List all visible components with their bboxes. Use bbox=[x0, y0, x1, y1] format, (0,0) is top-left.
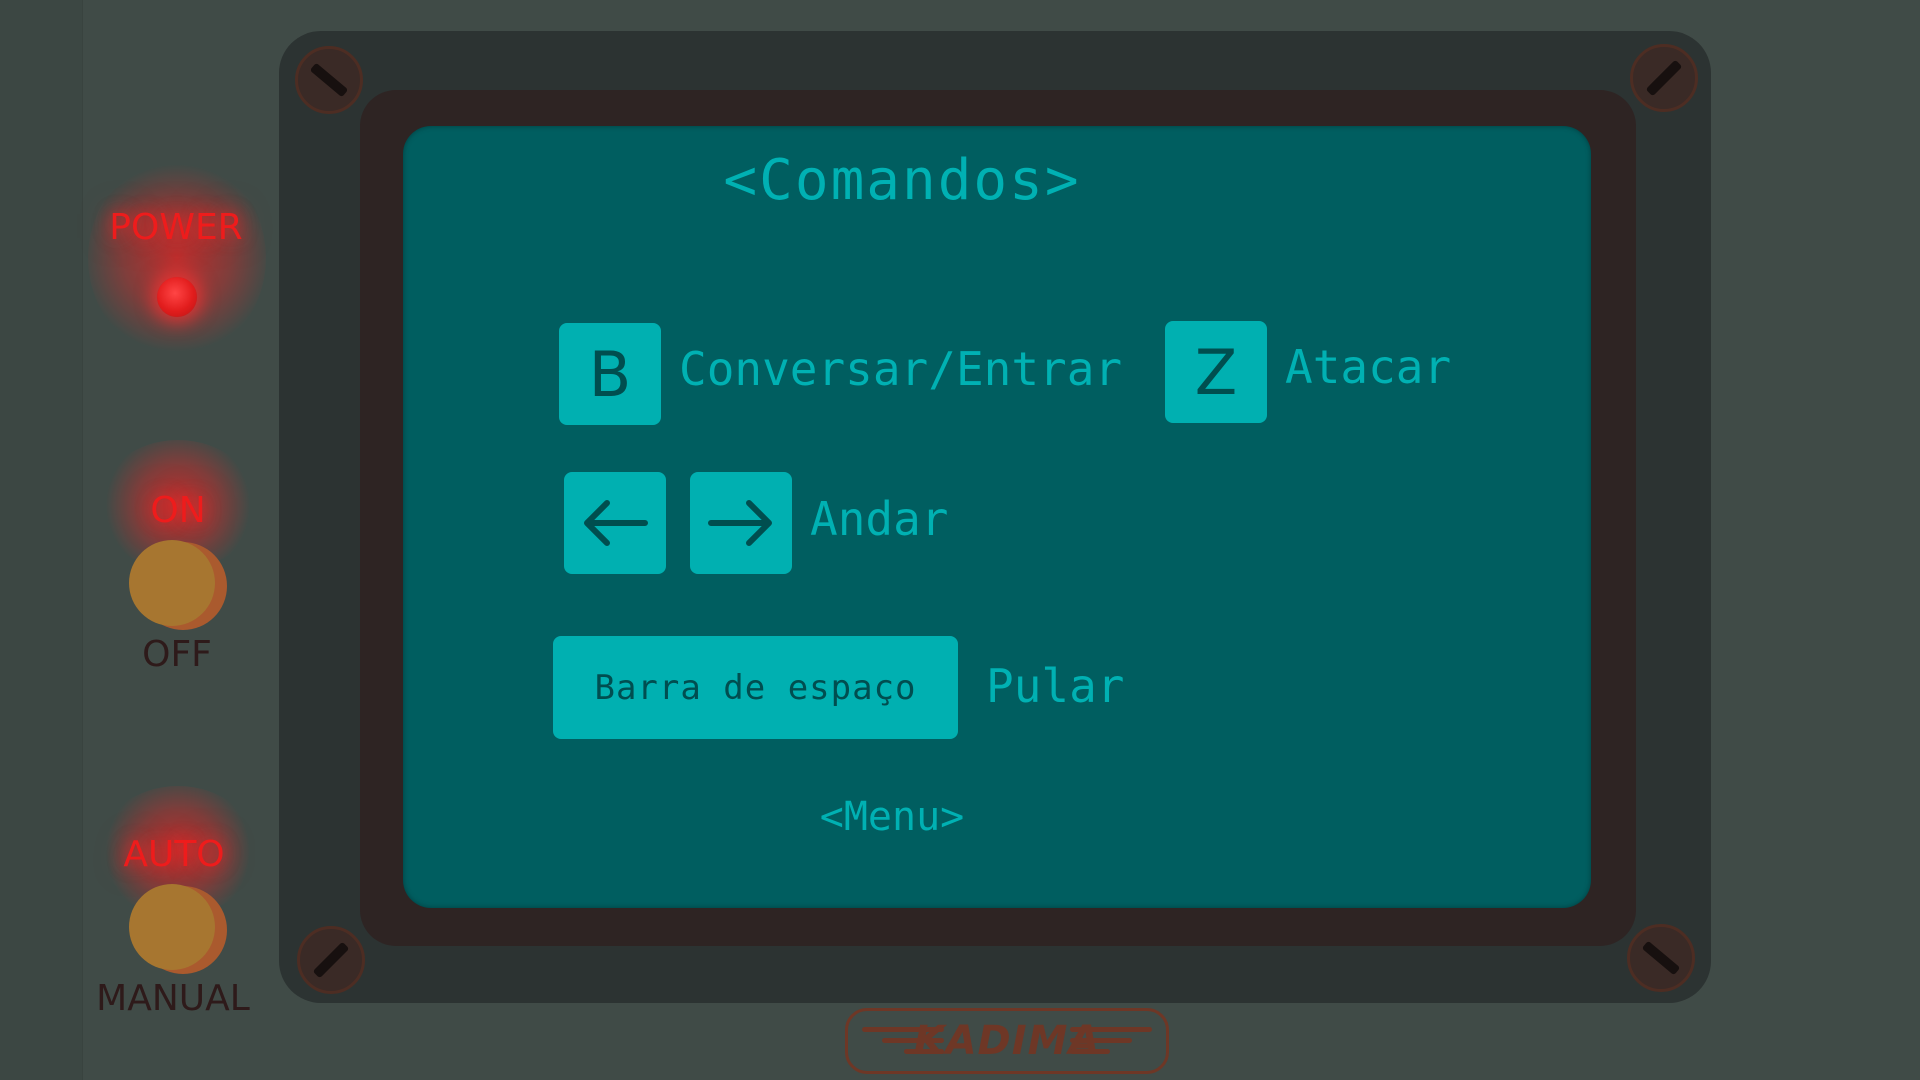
key-z: Z bbox=[1165, 321, 1267, 423]
auto-manual-toggle[interactable] bbox=[129, 884, 227, 976]
power-led-icon bbox=[157, 277, 197, 317]
auto-label: AUTO bbox=[123, 834, 225, 875]
screw-icon bbox=[297, 926, 365, 994]
action-jump: Pular bbox=[986, 659, 1125, 713]
action-talk-enter: Conversar/Entrar bbox=[679, 342, 1123, 396]
key-z-label: Z bbox=[1194, 335, 1238, 409]
off-label: OFF bbox=[142, 634, 212, 675]
screw-icon bbox=[1630, 44, 1698, 112]
kadima-logo: KADIMA bbox=[845, 1008, 1169, 1074]
menu-link[interactable]: <Menu> bbox=[403, 794, 1591, 840]
screen-title: <Comandos> bbox=[723, 148, 1081, 213]
screw-icon bbox=[1627, 924, 1695, 992]
action-walk: Andar bbox=[810, 492, 949, 546]
key-left-arrow bbox=[564, 472, 666, 574]
left-arrow-icon bbox=[584, 500, 648, 546]
on-off-toggle[interactable] bbox=[129, 540, 227, 632]
on-label: ON bbox=[150, 490, 206, 531]
key-spacebar: Barra de espaço bbox=[553, 636, 958, 739]
commands-screen: <Comandos> B Conversar/Entrar Z Atacar A… bbox=[403, 126, 1591, 908]
left-edge-strip bbox=[0, 0, 83, 1080]
right-arrow-icon bbox=[708, 500, 772, 546]
key-right-arrow bbox=[690, 472, 792, 574]
key-b-label: B bbox=[588, 337, 632, 411]
power-label: POWER bbox=[109, 207, 243, 248]
action-attack: Atacar bbox=[1285, 340, 1452, 394]
key-b: B bbox=[559, 323, 661, 425]
screw-icon bbox=[295, 46, 363, 114]
game-screen: POWER ON OFF AUTO MANUAL <Comandos> B Co… bbox=[0, 0, 1920, 1080]
manual-label: MANUAL bbox=[96, 978, 250, 1019]
spacebar-label: Barra de espaço bbox=[594, 667, 917, 708]
logo-left-wing bbox=[862, 1027, 944, 1060]
power-glow bbox=[88, 158, 266, 358]
logo-right-wing bbox=[1070, 1027, 1152, 1060]
